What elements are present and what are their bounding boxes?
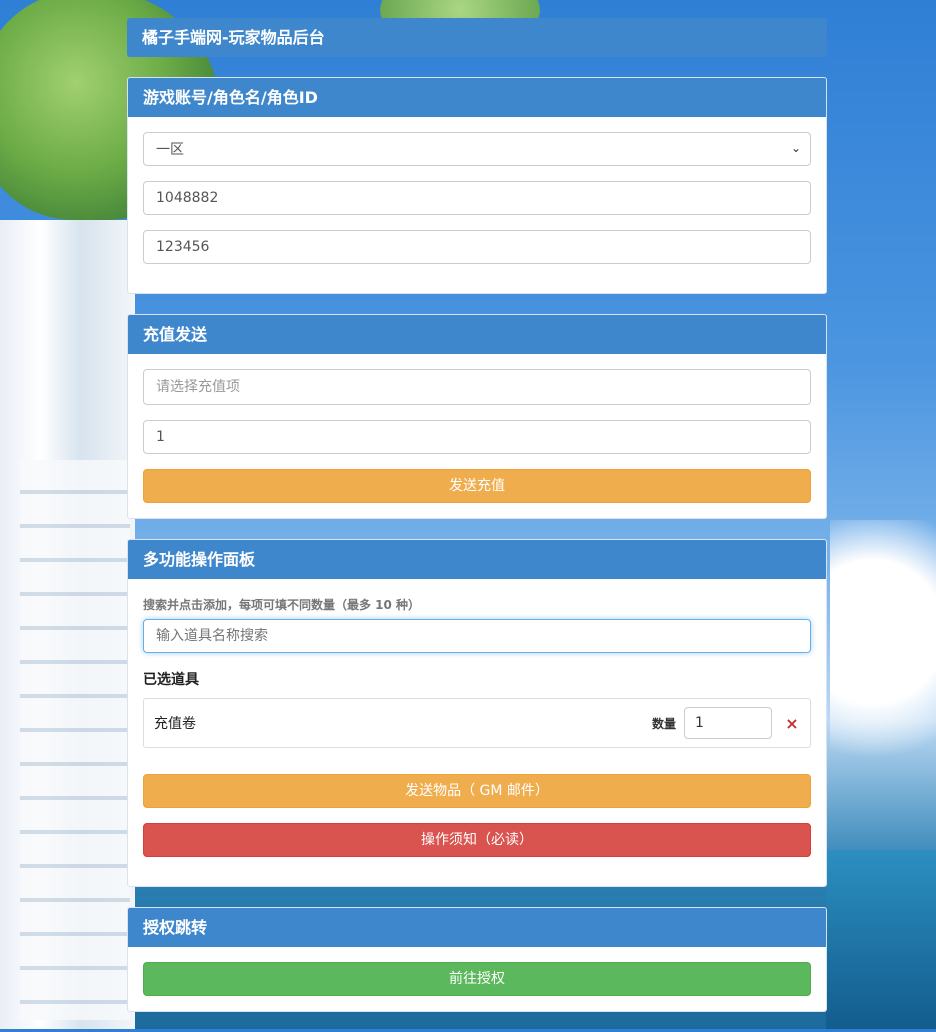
- multi-function-panel-title: 多功能操作面板: [128, 540, 826, 579]
- main-container: 橘子手端网-玩家物品后台 游戏账号/角色名/角色ID 一区 ⌄ 充值发送: [127, 18, 827, 1032]
- background-sea: [826, 850, 936, 1029]
- recharge-select-wrapper: 请选择充值项: [143, 369, 811, 405]
- background-clouds: [830, 520, 936, 800]
- multi-function-panel: 多功能操作面板 搜索并点击添加，每项可填不同数量（最多 10 种） 已选道具 充…: [127, 539, 827, 887]
- list-item: 充值卷 数量 1 ×: [143, 698, 811, 748]
- auth-panel-body: 前往授权: [128, 947, 826, 1011]
- site-title: 橘子手端网-玩家物品后台: [127, 18, 827, 57]
- go-authorize-button[interactable]: 前往授权: [143, 962, 811, 996]
- send-recharge-button[interactable]: 发送充值: [143, 469, 811, 503]
- recharge-select-placeholder: 请选择充值项: [156, 379, 240, 395]
- chevron-down-icon: ⌄: [790, 141, 801, 155]
- item-name: 充值卷: [154, 716, 196, 732]
- account-panel-body: 一区 ⌄: [128, 117, 826, 293]
- quantity-label: 数量: [651, 716, 676, 731]
- recharge-quantity-field[interactable]: [143, 420, 811, 454]
- account-panel-title: 游戏账号/角色名/角色ID: [128, 78, 826, 117]
- recharge-panel: 充值发送 请选择充值项 发送充值: [127, 314, 827, 519]
- recharge-panel-title: 充值发送: [128, 315, 826, 354]
- send-items-button[interactable]: 发送物品（ GM 邮件）: [143, 774, 811, 808]
- account-field[interactable]: [143, 181, 811, 215]
- account-field-wrapper: [143, 181, 811, 215]
- notice-button[interactable]: 操作须知（必读）: [143, 823, 811, 857]
- multi-function-panel-body: 搜索并点击添加，每项可填不同数量（最多 10 种） 已选道具 充值卷 数量 1 …: [128, 579, 826, 886]
- server-select[interactable]: 一区: [143, 132, 811, 166]
- quantity-stepper[interactable]: 1: [684, 707, 772, 739]
- background-house: [0, 220, 135, 1029]
- item-search-input[interactable]: [143, 619, 811, 653]
- background-house-detail: [20, 460, 130, 1020]
- auth-panel: 授权跳转 前往授权: [127, 907, 827, 1012]
- recharge-item-select[interactable]: 请选择充值项: [143, 369, 811, 405]
- close-icon[interactable]: ×: [784, 714, 800, 733]
- server-select-wrapper: 一区 ⌄: [143, 132, 811, 166]
- item-search-hint: 搜索并点击添加，每项可填不同数量（最多 10 种）: [143, 598, 421, 612]
- password-field[interactable]: [143, 230, 811, 264]
- server-select-value: 一区: [156, 142, 184, 158]
- password-field-wrapper: [143, 230, 811, 264]
- recharge-panel-body: 请选择充值项 发送充值: [128, 354, 826, 518]
- auth-panel-title: 授权跳转: [128, 908, 826, 947]
- account-panel: 游戏账号/角色名/角色ID 一区 ⌄: [127, 77, 827, 294]
- recharge-quantity-wrapper: [143, 420, 811, 454]
- site-title-panel: 橘子手端网-玩家物品后台: [127, 18, 827, 57]
- selected-items-title: 已选道具: [143, 672, 199, 688]
